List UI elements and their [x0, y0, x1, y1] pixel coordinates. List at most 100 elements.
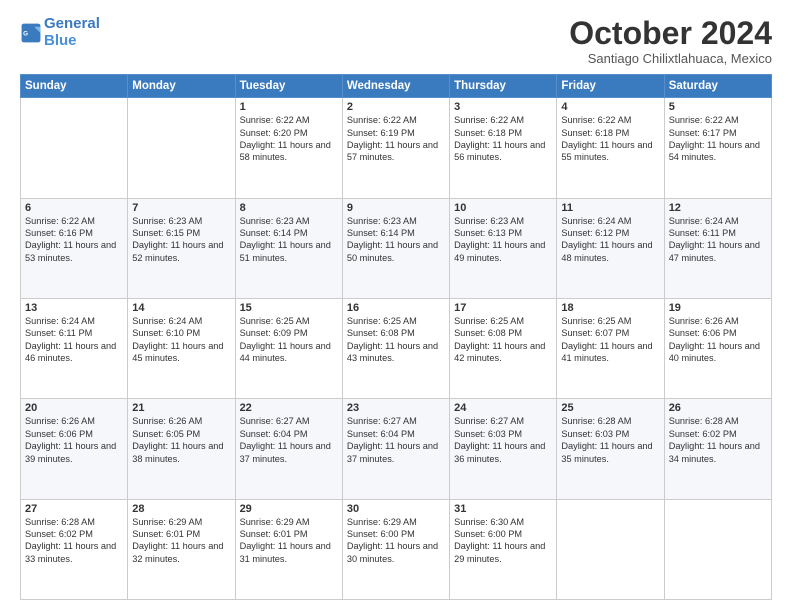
calendar-cell: 17Sunrise: 6:25 AMSunset: 6:08 PMDayligh… [450, 298, 557, 398]
day-number: 25 [561, 402, 659, 414]
calendar-cell: 26Sunrise: 6:28 AMSunset: 6:02 PMDayligh… [664, 399, 771, 499]
cell-content: Sunrise: 6:27 AMSunset: 6:04 PMDaylight:… [240, 415, 338, 465]
calendar-cell: 1Sunrise: 6:22 AMSunset: 6:20 PMDaylight… [235, 98, 342, 198]
calendar-cell: 31Sunrise: 6:30 AMSunset: 6:00 PMDayligh… [450, 499, 557, 599]
logo-text-block: General Blue [44, 16, 100, 49]
day-number: 17 [454, 302, 552, 314]
month-year: October 2024 [569, 16, 772, 51]
cell-content: Sunrise: 6:28 AMSunset: 6:02 PMDaylight:… [669, 415, 767, 465]
cell-content: Sunrise: 6:22 AMSunset: 6:18 PMDaylight:… [454, 114, 552, 164]
calendar-cell: 16Sunrise: 6:25 AMSunset: 6:08 PMDayligh… [342, 298, 449, 398]
calendar-cell: 22Sunrise: 6:27 AMSunset: 6:04 PMDayligh… [235, 399, 342, 499]
cell-content: Sunrise: 6:26 AMSunset: 6:06 PMDaylight:… [669, 315, 767, 365]
page: G General Blue October 2024 Santiago Chi… [0, 0, 792, 612]
day-number: 3 [454, 101, 552, 113]
cell-content: Sunrise: 6:23 AMSunset: 6:14 PMDaylight:… [347, 215, 445, 265]
day-number: 5 [669, 101, 767, 113]
day-number: 21 [132, 402, 230, 414]
cell-content: Sunrise: 6:23 AMSunset: 6:14 PMDaylight:… [240, 215, 338, 265]
cell-content: Sunrise: 6:26 AMSunset: 6:05 PMDaylight:… [132, 415, 230, 465]
day-number: 12 [669, 202, 767, 214]
day-number: 15 [240, 302, 338, 314]
calendar-cell: 5Sunrise: 6:22 AMSunset: 6:17 PMDaylight… [664, 98, 771, 198]
day-number: 4 [561, 101, 659, 113]
cell-content: Sunrise: 6:28 AMSunset: 6:02 PMDaylight:… [25, 516, 123, 566]
day-number: 20 [25, 402, 123, 414]
calendar-cell: 28Sunrise: 6:29 AMSunset: 6:01 PMDayligh… [128, 499, 235, 599]
cell-content: Sunrise: 6:26 AMSunset: 6:06 PMDaylight:… [25, 415, 123, 465]
day-number: 19 [669, 302, 767, 314]
cell-content: Sunrise: 6:24 AMSunset: 6:11 PMDaylight:… [669, 215, 767, 265]
logo-icon: G [20, 22, 42, 44]
calendar-cell: 12Sunrise: 6:24 AMSunset: 6:11 PMDayligh… [664, 198, 771, 298]
calendar-cell: 13Sunrise: 6:24 AMSunset: 6:11 PMDayligh… [21, 298, 128, 398]
cell-content: Sunrise: 6:24 AMSunset: 6:12 PMDaylight:… [561, 215, 659, 265]
cell-content: Sunrise: 6:22 AMSunset: 6:20 PMDaylight:… [240, 114, 338, 164]
svg-text:G: G [23, 30, 28, 37]
day-number: 8 [240, 202, 338, 214]
cell-content: Sunrise: 6:28 AMSunset: 6:03 PMDaylight:… [561, 415, 659, 465]
calendar-cell: 15Sunrise: 6:25 AMSunset: 6:09 PMDayligh… [235, 298, 342, 398]
day-number: 18 [561, 302, 659, 314]
calendar-cell: 30Sunrise: 6:29 AMSunset: 6:00 PMDayligh… [342, 499, 449, 599]
calendar-table: SundayMondayTuesdayWednesdayThursdayFrid… [20, 74, 772, 600]
cell-content: Sunrise: 6:25 AMSunset: 6:08 PMDaylight:… [454, 315, 552, 365]
cell-content: Sunrise: 6:30 AMSunset: 6:00 PMDaylight:… [454, 516, 552, 566]
calendar-week-row: 1Sunrise: 6:22 AMSunset: 6:20 PMDaylight… [21, 98, 772, 198]
calendar-cell: 29Sunrise: 6:29 AMSunset: 6:01 PMDayligh… [235, 499, 342, 599]
calendar-week-row: 27Sunrise: 6:28 AMSunset: 6:02 PMDayligh… [21, 499, 772, 599]
day-number: 23 [347, 402, 445, 414]
day-number: 6 [25, 202, 123, 214]
col-header-thursday: Thursday [450, 75, 557, 98]
calendar-cell: 20Sunrise: 6:26 AMSunset: 6:06 PMDayligh… [21, 399, 128, 499]
calendar-cell: 27Sunrise: 6:28 AMSunset: 6:02 PMDayligh… [21, 499, 128, 599]
calendar-cell: 9Sunrise: 6:23 AMSunset: 6:14 PMDaylight… [342, 198, 449, 298]
cell-content: Sunrise: 6:24 AMSunset: 6:11 PMDaylight:… [25, 315, 123, 365]
title-block: October 2024 Santiago Chilixtlahuaca, Me… [569, 16, 772, 66]
calendar-cell: 18Sunrise: 6:25 AMSunset: 6:07 PMDayligh… [557, 298, 664, 398]
calendar-cell [557, 499, 664, 599]
cell-content: Sunrise: 6:22 AMSunset: 6:17 PMDaylight:… [669, 114, 767, 164]
calendar-cell: 7Sunrise: 6:23 AMSunset: 6:15 PMDaylight… [128, 198, 235, 298]
day-number: 7 [132, 202, 230, 214]
col-header-saturday: Saturday [664, 75, 771, 98]
day-number: 30 [347, 503, 445, 515]
calendar-cell: 19Sunrise: 6:26 AMSunset: 6:06 PMDayligh… [664, 298, 771, 398]
calendar-week-row: 20Sunrise: 6:26 AMSunset: 6:06 PMDayligh… [21, 399, 772, 499]
calendar-cell: 3Sunrise: 6:22 AMSunset: 6:18 PMDaylight… [450, 98, 557, 198]
calendar-cell: 2Sunrise: 6:22 AMSunset: 6:19 PMDaylight… [342, 98, 449, 198]
calendar-cell: 25Sunrise: 6:28 AMSunset: 6:03 PMDayligh… [557, 399, 664, 499]
cell-content: Sunrise: 6:25 AMSunset: 6:09 PMDaylight:… [240, 315, 338, 365]
day-number: 10 [454, 202, 552, 214]
col-header-friday: Friday [557, 75, 664, 98]
calendar-cell: 6Sunrise: 6:22 AMSunset: 6:16 PMDaylight… [21, 198, 128, 298]
calendar-week-row: 6Sunrise: 6:22 AMSunset: 6:16 PMDaylight… [21, 198, 772, 298]
calendar-cell: 11Sunrise: 6:24 AMSunset: 6:12 PMDayligh… [557, 198, 664, 298]
calendar-header-row: SundayMondayTuesdayWednesdayThursdayFrid… [21, 75, 772, 98]
logo-line1: General [44, 15, 100, 32]
calendar-cell [128, 98, 235, 198]
day-number: 31 [454, 503, 552, 515]
day-number: 26 [669, 402, 767, 414]
calendar-cell: 21Sunrise: 6:26 AMSunset: 6:05 PMDayligh… [128, 399, 235, 499]
cell-content: Sunrise: 6:29 AMSunset: 6:01 PMDaylight:… [240, 516, 338, 566]
cell-content: Sunrise: 6:27 AMSunset: 6:03 PMDaylight:… [454, 415, 552, 465]
cell-content: Sunrise: 6:22 AMSunset: 6:19 PMDaylight:… [347, 114, 445, 164]
calendar-cell: 10Sunrise: 6:23 AMSunset: 6:13 PMDayligh… [450, 198, 557, 298]
day-number: 24 [454, 402, 552, 414]
cell-content: Sunrise: 6:23 AMSunset: 6:15 PMDaylight:… [132, 215, 230, 265]
day-number: 16 [347, 302, 445, 314]
calendar-cell: 8Sunrise: 6:23 AMSunset: 6:14 PMDaylight… [235, 198, 342, 298]
day-number: 27 [25, 503, 123, 515]
day-number: 29 [240, 503, 338, 515]
header: G General Blue October 2024 Santiago Chi… [20, 16, 772, 66]
cell-content: Sunrise: 6:29 AMSunset: 6:01 PMDaylight:… [132, 516, 230, 566]
calendar-cell: 23Sunrise: 6:27 AMSunset: 6:04 PMDayligh… [342, 399, 449, 499]
calendar-cell: 14Sunrise: 6:24 AMSunset: 6:10 PMDayligh… [128, 298, 235, 398]
cell-content: Sunrise: 6:29 AMSunset: 6:00 PMDaylight:… [347, 516, 445, 566]
cell-content: Sunrise: 6:24 AMSunset: 6:10 PMDaylight:… [132, 315, 230, 365]
day-number: 1 [240, 101, 338, 113]
day-number: 9 [347, 202, 445, 214]
col-header-wednesday: Wednesday [342, 75, 449, 98]
day-number: 13 [25, 302, 123, 314]
